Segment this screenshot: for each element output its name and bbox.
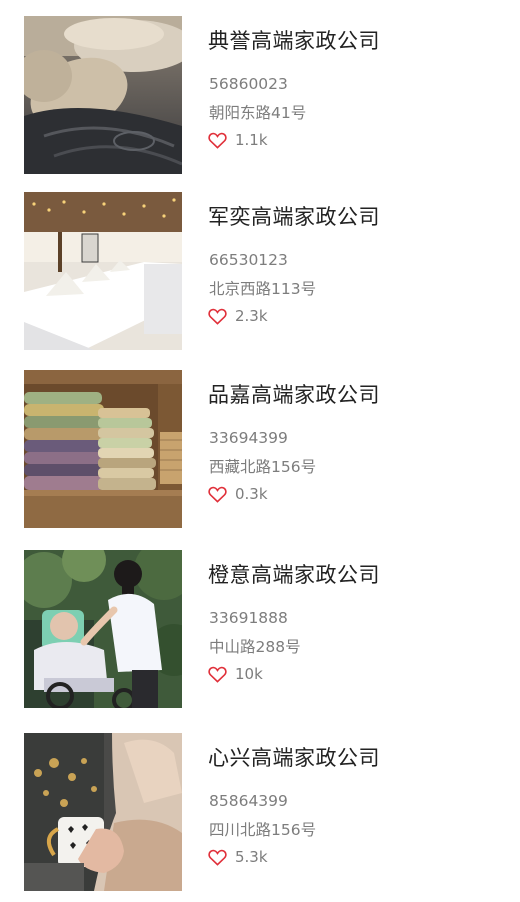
company-address: 四川北路156号 [209,821,317,839]
company-photo[interactable] [24,16,182,174]
like-button[interactable]: 1.1k [208,131,268,149]
company-address: 朝阳东路41号 [209,104,307,122]
company-list: 典誉高端家政公司 56860023 朝阳东路41号 1.1k 军奕高端家政公司 … [0,0,520,902]
company-name[interactable]: 橙意高端家政公司 [208,559,380,589]
company-photo[interactable] [24,733,182,891]
company-address: 北京西路113号 [209,280,317,298]
caregiver-elder-wheelchair-photo [24,550,182,708]
heart-outline-icon[interactable] [208,486,227,503]
list-item[interactable]: 典誉高端家政公司 56860023 朝阳东路41号 1.1k [24,16,504,174]
like-button[interactable]: 0.3k [208,485,268,503]
company-photo[interactable] [24,550,182,708]
company-photo[interactable] [24,370,182,528]
pillows-on-sofa-photo [24,16,182,174]
list-item[interactable]: 品嘉高端家政公司 33694399 西藏北路156号 0.3k [24,370,504,528]
company-photo[interactable] [24,192,182,350]
company-phone: 56860023 [209,75,288,93]
heart-outline-icon[interactable] [208,666,227,683]
like-count: 2.3k [235,307,268,325]
company-phone: 33691888 [209,609,288,627]
company-phone: 85864399 [209,792,288,810]
folded-towels-shelf-photo [24,370,182,528]
company-name[interactable]: 典誉高端家政公司 [208,25,380,55]
company-address: 中山路288号 [209,638,301,656]
like-count: 1.1k [235,131,268,149]
like-count: 10k [235,665,263,683]
company-phone: 66530123 [209,251,288,269]
like-button[interactable]: 5.3k [208,848,268,866]
company-name[interactable]: 品嘉高端家政公司 [208,379,380,409]
like-count: 0.3k [235,485,268,503]
list-item[interactable]: 军奕高端家政公司 66530123 北京西路113号 2.3k [24,192,504,350]
company-info: 橙意高端家政公司 33691888 中山路288号 10k [208,550,504,708]
heart-outline-icon[interactable] [208,132,227,149]
heart-outline-icon[interactable] [208,308,227,325]
like-button[interactable]: 2.3k [208,307,268,325]
woman-holding-cup-photo [24,733,182,891]
like-count: 5.3k [235,848,268,866]
company-info: 心兴高端家政公司 85864399 四川北路156号 5.3k [208,733,504,891]
company-info: 典誉高端家政公司 56860023 朝阳东路41号 1.1k [208,16,504,174]
heart-outline-icon[interactable] [208,849,227,866]
company-address: 西藏北路156号 [209,458,317,476]
banquet-table-photo [24,192,182,350]
company-name[interactable]: 心兴高端家政公司 [208,742,380,772]
company-info: 军奕高端家政公司 66530123 北京西路113号 2.3k [208,192,504,350]
company-info: 品嘉高端家政公司 33694399 西藏北路156号 0.3k [208,370,504,528]
company-name[interactable]: 军奕高端家政公司 [208,201,380,231]
company-phone: 33694399 [209,429,288,447]
list-item[interactable]: 心兴高端家政公司 85864399 四川北路156号 5.3k [24,733,504,891]
list-item[interactable]: 橙意高端家政公司 33691888 中山路288号 10k [24,550,504,708]
like-button[interactable]: 10k [208,665,263,683]
